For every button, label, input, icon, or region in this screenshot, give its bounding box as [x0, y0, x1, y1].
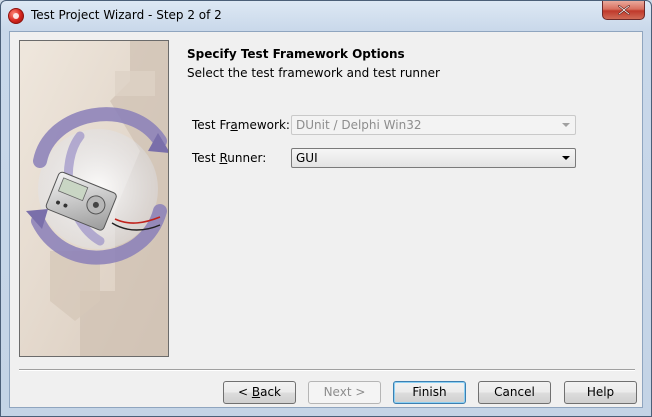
page-heading: Specify Test Framework Options [187, 47, 405, 61]
finish-button[interactable]: Finish [393, 381, 466, 404]
cancel-button[interactable]: Cancel [478, 381, 551, 404]
test-framework-label-accel: a [230, 118, 238, 132]
back-button-accel: B [251, 385, 261, 399]
test-framework-label: Test Framework: [192, 118, 290, 132]
unit-test-illustration [20, 41, 168, 356]
test-framework-select: DUnit / Delphi Win32 [291, 115, 576, 135]
test-runner-value: GUI [296, 151, 318, 165]
wizard-window: Test Project Wizard - Step 2 of 2 Specif… [0, 0, 652, 417]
test-runner-label: Test Runner: [192, 151, 266, 165]
back-button[interactable]: < Back [223, 381, 296, 404]
back-button-post: ack [260, 385, 281, 399]
test-framework-value: DUnit / Delphi Win32 [296, 118, 422, 132]
test-runner-label-post: unner: [227, 151, 267, 165]
close-icon [617, 4, 630, 16]
title-bar[interactable]: Test Project Wizard - Step 2 of 2 [1, 1, 651, 31]
help-button[interactable]: Help [564, 381, 637, 404]
test-runner-select[interactable]: GUI [291, 148, 576, 168]
back-button-pre: < [237, 385, 252, 399]
test-runner-label-pre: Test [192, 151, 220, 165]
close-button[interactable] [602, 1, 645, 20]
next-button: Next > [308, 381, 381, 404]
chevron-down-icon [562, 156, 570, 160]
window-title: Test Project Wizard - Step 2 of 2 [31, 8, 222, 22]
page-subheading: Select the test framework and test runne… [187, 66, 440, 80]
wizard-app-icon [8, 8, 24, 24]
chevron-down-icon [562, 123, 570, 127]
test-framework-label-pre: Test Fr [192, 118, 231, 132]
wizard-illustration [19, 40, 169, 357]
button-separator [19, 369, 635, 371]
test-framework-label-post: mework: [237, 118, 290, 132]
wizard-page: Specify Test Framework Options Select th… [9, 31, 643, 408]
